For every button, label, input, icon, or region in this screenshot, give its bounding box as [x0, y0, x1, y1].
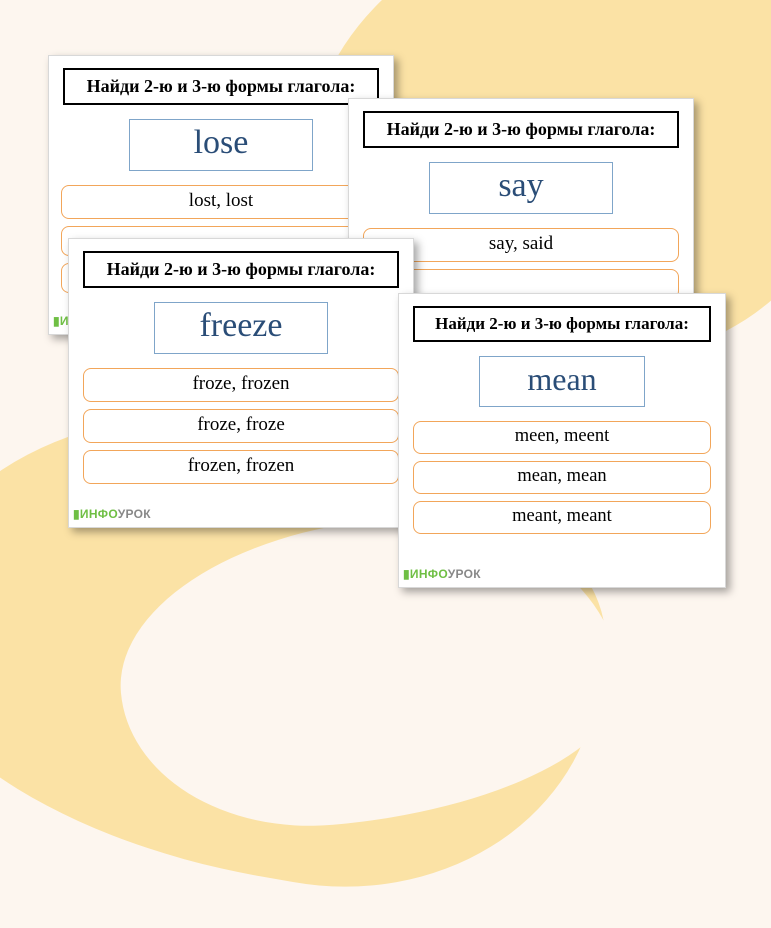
- verb-box: freeze: [154, 302, 328, 354]
- watermark-icon: ▮: [403, 567, 410, 581]
- watermark-info: ИНФО: [410, 567, 448, 581]
- card-title: Найди 2-ю и 3-ю формы глагола:: [363, 111, 679, 148]
- answer-option[interactable]: frozen, frozen: [83, 450, 399, 484]
- answer-option[interactable]: mean, mean: [413, 461, 711, 494]
- watermark-icon: ▮: [53, 314, 60, 328]
- answer-option[interactable]: froze, froze: [83, 409, 399, 443]
- flashcard-mean: Найди 2-ю и 3-ю формы глагола: mean meen…: [398, 293, 726, 588]
- verb-box: say: [429, 162, 612, 214]
- watermark-urok: УРОК: [118, 507, 151, 521]
- watermark: ▮ИНФОУРОК: [403, 567, 481, 581]
- card-title: Найди 2-ю и 3-ю формы глагола:: [413, 306, 711, 342]
- watermark-icon: ▮: [73, 507, 80, 521]
- watermark-info: ИНФО: [80, 507, 118, 521]
- answer-option[interactable]: meen, meent: [413, 421, 711, 454]
- card-title: Найди 2-ю и 3-ю формы глагола:: [63, 68, 379, 105]
- answer-option[interactable]: froze, frozen: [83, 368, 399, 402]
- verb-box: mean: [479, 356, 646, 407]
- card-title: Найди 2-ю и 3-ю формы глагола:: [83, 251, 399, 288]
- watermark-urok: УРОК: [448, 567, 481, 581]
- flashcard-freeze: Найди 2-ю и 3-ю формы глагола: freeze fr…: [68, 238, 414, 528]
- verb-box: lose: [129, 119, 312, 171]
- answer-option[interactable]: meant, meant: [413, 501, 711, 534]
- watermark: ▮ИНФОУРОК: [73, 507, 151, 521]
- answer-option[interactable]: lost, lost: [61, 185, 381, 219]
